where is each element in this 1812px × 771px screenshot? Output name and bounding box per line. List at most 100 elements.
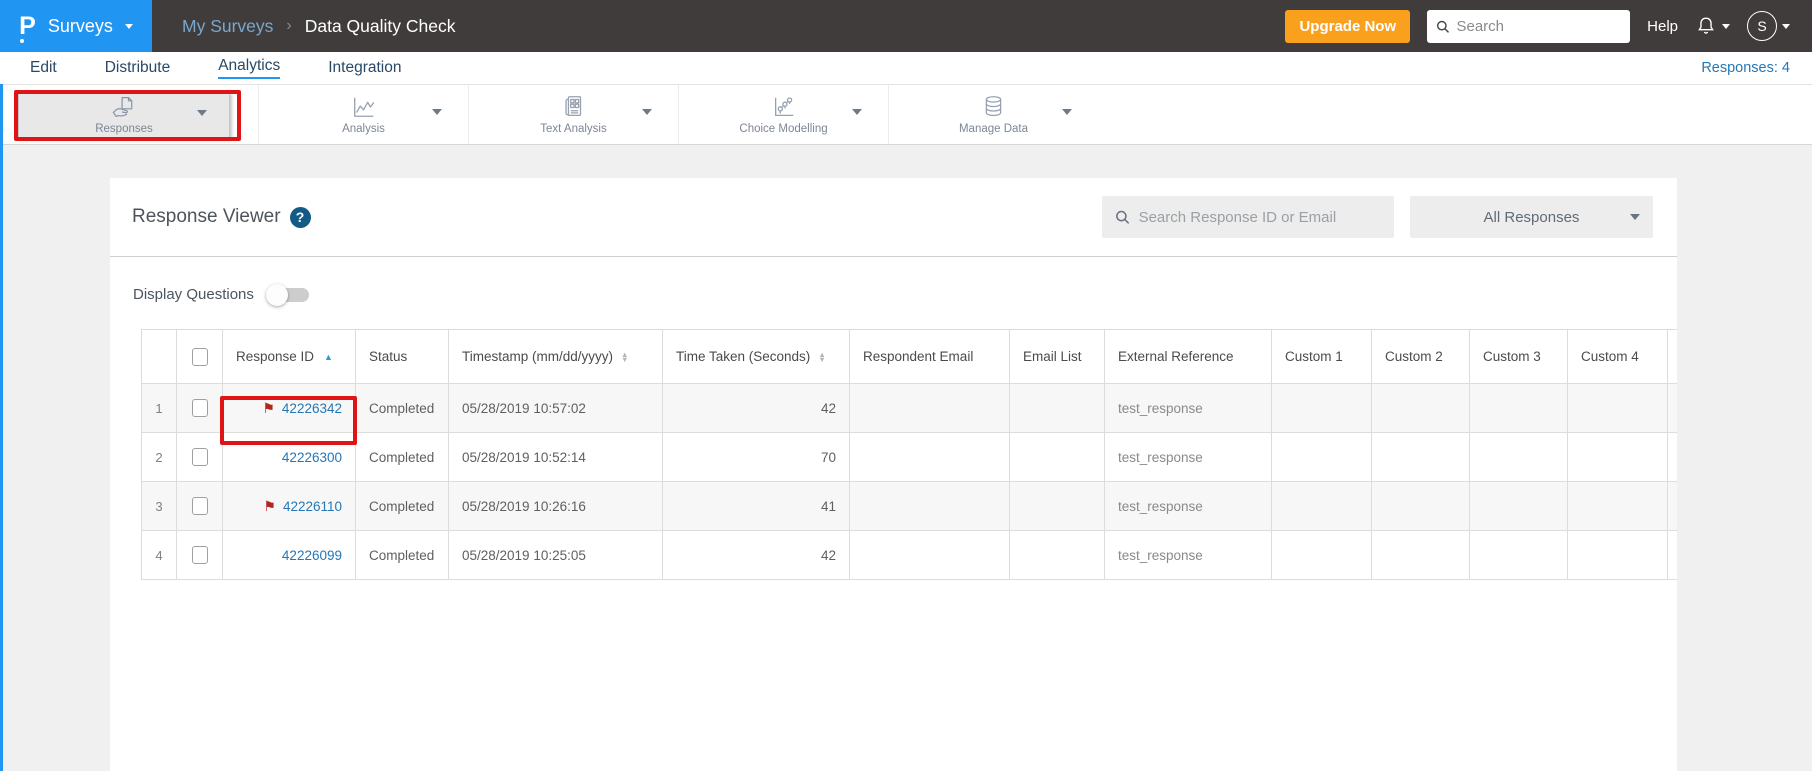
email-list-cell	[1009, 383, 1105, 433]
row-checkbox[interactable]	[191, 448, 208, 466]
app-logo[interactable]: P Surveys	[0, 0, 152, 52]
toolbar-item-choice-modelling[interactable]: Choice Modelling	[678, 85, 888, 144]
col-header-custom4[interactable]: Custom 4	[1567, 329, 1668, 384]
search-icon	[1437, 20, 1450, 33]
col-header-custom3[interactable]: Custom 3	[1469, 329, 1568, 384]
overflow-cell	[1667, 530, 1677, 580]
table-row: 2 ⚑42226300 Completed 05/28/2019 10:52:1…	[141, 432, 1677, 482]
row-select-cell	[176, 481, 223, 531]
left-accent-strip	[0, 84, 3, 771]
respondent-email-cell	[849, 481, 1010, 531]
respondent-email-cell	[849, 530, 1010, 580]
toolbar-item-label: Responses	[95, 122, 153, 135]
response-id-link[interactable]: 42226300	[282, 450, 342, 465]
upgrade-now-button[interactable]: Upgrade Now	[1285, 9, 1411, 43]
toolbar-item-label: Text Analysis	[540, 123, 607, 135]
table-row: 1 ⚑ 42226342 Completed 05/28/2019 10:57:0…	[141, 383, 1677, 433]
col-header-custom2[interactable]: Custom 2	[1371, 329, 1470, 384]
status-cell: Completed	[355, 481, 449, 531]
account-menu[interactable]: S	[1747, 11, 1790, 41]
global-search-box[interactable]	[1427, 9, 1631, 43]
toolbar-item-label: Manage Data	[958, 123, 1029, 135]
bell-icon	[1698, 17, 1714, 34]
avatar: S	[1747, 11, 1777, 41]
col-header-email-list[interactable]: Email List	[1009, 329, 1105, 384]
col-header-select	[176, 329, 223, 384]
custom4-cell	[1567, 481, 1668, 531]
global-search-input[interactable]	[1456, 17, 1622, 35]
product-name: Surveys	[47, 15, 113, 36]
row-checkbox[interactable]	[191, 399, 208, 417]
response-id-cell: ⚑42226099	[222, 530, 356, 580]
timestamp-cell: 05/28/2019 10:26:16	[448, 481, 663, 531]
row-checkbox[interactable]	[191, 497, 208, 515]
col-header-external-reference[interactable]: External Reference	[1104, 329, 1272, 384]
col-header-custom1[interactable]: Custom 1	[1271, 329, 1372, 384]
response-viewer-body: Display Questions Response ID ▲ Status T…	[110, 283, 1677, 580]
status-cell: Completed	[355, 530, 449, 580]
response-id-link[interactable]: 42226099	[282, 548, 342, 563]
response-viewer-card: Response Viewer ? All Responses Display …	[110, 178, 1677, 771]
sort-icon[interactable]: ▲ ▼	[621, 351, 628, 363]
toolbar-item-analysis[interactable]: Analysis	[258, 85, 468, 144]
tab-distribute[interactable]: Distribute	[105, 52, 170, 84]
response-id-cell: ⚑42226300	[222, 432, 356, 482]
col-header-timestamp[interactable]: Timestamp (mm/dd/yyyy) ▲ ▼	[448, 329, 663, 384]
email-list-cell	[1009, 481, 1105, 531]
text-analysis-icon	[564, 96, 581, 117]
col-header-status[interactable]: Status	[355, 329, 449, 384]
col-header-time-taken[interactable]: Time Taken (Seconds) ▲ ▼	[662, 329, 850, 384]
custom4-cell	[1567, 432, 1668, 482]
tab-edit[interactable]: Edit	[30, 52, 57, 84]
analytics-toolbar: Responses Analysis Text Analysis Choice …	[0, 84, 1812, 145]
chevron-down-icon	[642, 109, 652, 115]
breadcrumb-my-surveys[interactable]: My Surveys	[182, 16, 273, 37]
select-all-checkbox[interactable]	[191, 347, 208, 366]
help-link[interactable]: Help	[1647, 18, 1678, 35]
col-header-index	[141, 329, 177, 384]
response-id-link[interactable]: 42226342	[282, 401, 342, 416]
help-icon[interactable]: ?	[289, 206, 311, 228]
notifications-button[interactable]	[1695, 15, 1730, 37]
chevron-down-icon	[1722, 23, 1730, 29]
col-header-response-id[interactable]: Response ID ▲	[222, 329, 356, 384]
response-filter-select[interactable]: All Responses	[1410, 196, 1653, 238]
chevron-down-icon	[124, 23, 133, 29]
breadcrumb-separator: ›	[286, 17, 292, 34]
response-id-link[interactable]: 42226110	[283, 499, 342, 514]
row-index: 1	[141, 383, 177, 433]
response-search-input[interactable]	[1138, 208, 1381, 226]
row-select-cell	[176, 432, 223, 482]
col-header-respondent-email[interactable]: Respondent Email	[849, 329, 1010, 384]
page-background: Response Viewer ? All Responses Display …	[0, 145, 1812, 771]
custom3-cell	[1469, 481, 1568, 531]
external-reference-cell: test_response	[1104, 530, 1272, 580]
chevron-down-icon	[1630, 214, 1640, 220]
respondent-email-cell	[849, 383, 1010, 433]
overflow-cell	[1667, 432, 1677, 482]
row-checkbox[interactable]	[191, 546, 208, 564]
table-row: 4 ⚑42226099 Completed 05/28/2019 10:25:0…	[141, 530, 1677, 580]
custom3-cell	[1469, 383, 1568, 433]
response-filter-value: All Responses	[1483, 208, 1580, 226]
chevron-down-icon	[1062, 109, 1072, 115]
toolbar-item-manage-data[interactable]: Manage Data	[888, 85, 1098, 144]
sort-icon[interactable]: ▲ ▼	[818, 351, 825, 363]
sort-ascending-icon[interactable]: ▲	[324, 352, 333, 362]
email-list-cell	[1009, 530, 1105, 580]
toolbar-item-responses[interactable]: Responses	[18, 92, 230, 138]
overflow-cell	[1667, 481, 1677, 531]
external-reference-cell: test_response	[1104, 383, 1272, 433]
tab-integration[interactable]: Integration	[328, 52, 401, 84]
tab-analytics[interactable]: Analytics	[218, 52, 281, 84]
custom3-cell	[1469, 432, 1568, 482]
response-search-box[interactable]	[1102, 196, 1394, 238]
overflow-cell	[1667, 383, 1677, 433]
choice-modelling-icon	[774, 97, 793, 117]
row-select-cell	[176, 530, 223, 580]
manage-data-icon	[985, 96, 1002, 117]
search-icon	[1116, 210, 1130, 224]
breadcrumb: My Surveys › Data Quality Check	[182, 16, 456, 37]
toolbar-item-text-analysis[interactable]: Text Analysis	[468, 85, 678, 144]
display-questions-toggle[interactable]	[265, 283, 309, 306]
